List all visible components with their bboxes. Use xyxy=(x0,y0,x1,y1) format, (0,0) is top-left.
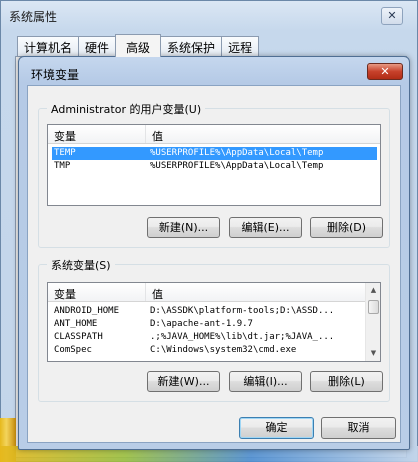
table-row[interactable]: TMP %USERPROFILE%\AppData\Local\Temp xyxy=(52,160,380,173)
list-header: 变量 值 xyxy=(48,283,365,302)
user-new-button[interactable]: 新建(N)... xyxy=(147,217,220,238)
environment-variables-dialog: 环境变量 ✕ Administrator 的用户变量(U) 变量 值 TEMP … xyxy=(18,56,410,450)
table-row[interactable]: CLASSPATH .;%JAVA_HOME%\lib\dt.jar;%JAVA… xyxy=(52,331,365,344)
variable-name: ComSpec xyxy=(54,345,92,355)
system-variables-group: 系统变量(S) 变量 值 ANDROID_HOME D:\ASSDK\platf… xyxy=(38,257,390,402)
system-edit-button[interactable]: 编辑(I)... xyxy=(229,371,302,392)
scroll-down-icon[interactable]: ▼ xyxy=(366,346,380,361)
variable-name: ANT_HOME xyxy=(54,319,98,329)
outer-tab-strip: 计算机名 硬件 高级 系统保护 远程 xyxy=(17,34,260,57)
dialog-client-area: Administrator 的用户变量(U) 变量 值 TEMP %USERPR… xyxy=(27,85,401,443)
variable-name: CLASSPATH xyxy=(54,332,103,342)
table-row[interactable]: ANDROID_HOME D:\ASSDK\platform-tools;D:\… xyxy=(52,305,365,318)
table-row[interactable]: ComSpec C:\Windows\system32\cmd.exe xyxy=(52,344,365,357)
close-icon: ✕ xyxy=(387,9,397,22)
close-icon: ✕ xyxy=(380,65,390,78)
column-header-value[interactable]: 值 xyxy=(146,125,380,143)
tab-advanced[interactable]: 高级 xyxy=(115,34,162,57)
variable-name: TEMP xyxy=(54,148,76,158)
scroll-up-icon[interactable]: ▲ xyxy=(366,283,380,298)
cancel-button[interactable]: 取消 xyxy=(321,417,396,439)
vertical-scrollbar[interactable]: ▲ ▼ xyxy=(365,283,380,361)
variable-value: %USERPROFILE%\AppData\Local\Temp xyxy=(150,161,324,171)
column-header-value[interactable]: 值 xyxy=(146,283,365,301)
list-header: 变量 值 xyxy=(48,125,380,144)
scrollbar-thumb[interactable] xyxy=(368,300,379,314)
user-edit-button[interactable]: 编辑(E)... xyxy=(229,217,302,238)
ok-button[interactable]: 确定 xyxy=(239,417,314,439)
column-header-variable[interactable]: 变量 xyxy=(48,283,146,301)
dialog-title: 环境变量 xyxy=(31,68,80,82)
variable-value: .;%JAVA_HOME%\lib\dt.jar;%JAVA_... xyxy=(150,332,335,342)
column-header-variable[interactable]: 变量 xyxy=(48,125,146,143)
user-variables-label: Administrator 的用户变量(U) xyxy=(47,101,206,117)
variable-name: ANDROID_HOME xyxy=(54,306,120,316)
table-row[interactable]: ANT_HOME D:\apache-ant-1.9.7 xyxy=(52,318,365,331)
variable-value: D:\ASSDK\platform-tools;D:\ASSD... xyxy=(150,306,335,316)
tab-remote[interactable]: 远程 xyxy=(221,36,260,56)
user-delete-button[interactable]: 删除(D) xyxy=(310,217,383,238)
system-delete-button[interactable]: 删除(L) xyxy=(310,371,383,392)
user-variables-list[interactable]: 变量 值 TEMP %USERPROFILE%\AppData\Local\Te… xyxy=(47,124,381,206)
variable-name: TMP xyxy=(54,161,71,171)
system-variables-label: 系统变量(S) xyxy=(47,257,115,273)
outer-close-button[interactable]: ✕ xyxy=(381,7,403,25)
dialog-close-button[interactable]: ✕ xyxy=(367,63,403,80)
tab-computer-name[interactable]: 计算机名 xyxy=(17,36,80,56)
table-row[interactable]: TEMP %USERPROFILE%\AppData\Local\Temp xyxy=(52,147,377,160)
outer-window-title: 系统属性 xyxy=(9,10,58,24)
user-variables-group: Administrator 的用户变量(U) 变量 值 TEMP %USERPR… xyxy=(38,101,390,248)
variable-value: %USERPROFILE%\AppData\Local\Temp xyxy=(150,148,324,158)
system-new-button[interactable]: 新建(W)... xyxy=(147,371,220,392)
tab-hardware[interactable]: 硬件 xyxy=(78,36,117,56)
system-variables-list[interactable]: 变量 值 ANDROID_HOME D:\ASSDK\platform-tool… xyxy=(47,282,381,362)
tab-system-protection[interactable]: 系统保护 xyxy=(160,36,223,56)
variable-value: D:\apache-ant-1.9.7 xyxy=(150,319,253,329)
variable-value: C:\Windows\system32\cmd.exe xyxy=(150,345,297,355)
